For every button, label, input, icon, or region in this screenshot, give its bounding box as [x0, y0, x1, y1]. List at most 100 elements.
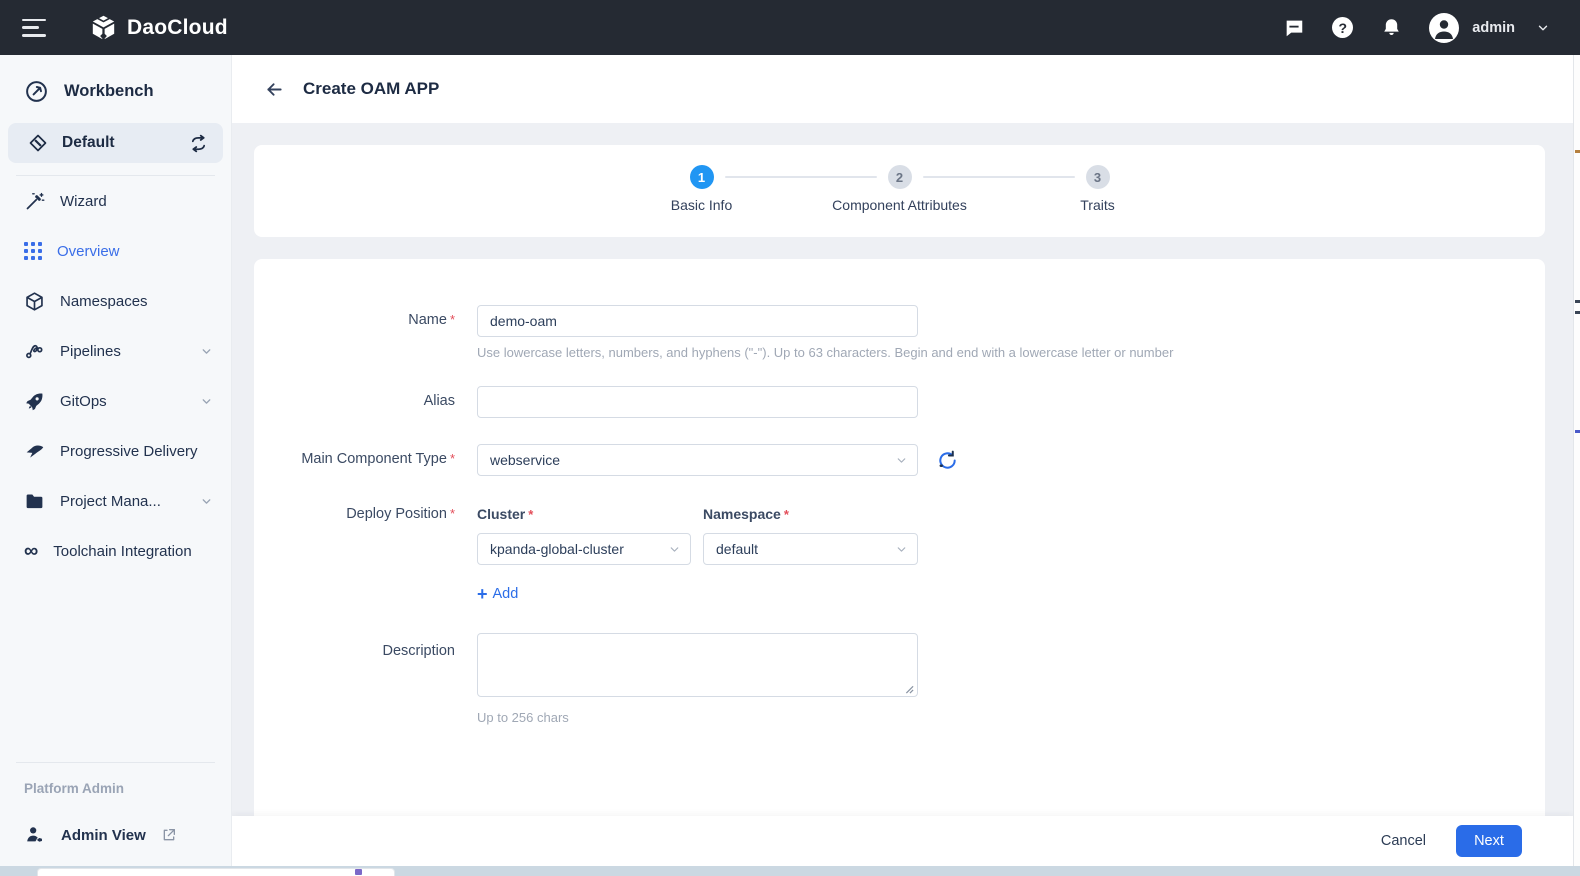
brand-name: DaoCloud [127, 15, 228, 39]
step-number: 1 [689, 165, 714, 189]
cube-icon [24, 291, 45, 312]
chevron-down-icon [200, 345, 213, 358]
scrollbar-mark [1575, 311, 1580, 314]
back-arrow-icon[interactable] [264, 79, 285, 100]
workspace-selector-default[interactable]: Default [8, 123, 223, 163]
step-number: 3 [1085, 165, 1110, 189]
step-label: Traits [1080, 197, 1115, 213]
stepper-card: 1 Basic Info 2 Component Attributes 3 Tr… [254, 145, 1545, 237]
description-textarea[interactable] [477, 633, 918, 697]
name-input[interactable] [477, 305, 918, 337]
basic-info-form-card: Name* Use lowercase letters, numbers, an… [254, 259, 1545, 831]
step-component-attributes: 2 Component Attributes [832, 165, 967, 213]
bottom-scroll-strip[interactable] [0, 866, 1580, 876]
step-basic-info: 1 Basic Info [671, 165, 732, 213]
chevron-down-icon [200, 395, 213, 408]
step-label: Component Attributes [832, 197, 967, 213]
wand-icon [24, 191, 45, 212]
form-row-alias: Alias [254, 386, 1545, 418]
cluster-select[interactable]: kpanda-global-cluster [477, 533, 691, 565]
sidebar-item-pipelines[interactable]: Pipelines [0, 326, 231, 376]
rocket-icon [24, 391, 45, 412]
cancel-button[interactable]: Cancel [1381, 833, 1426, 849]
workspace-name: Default [62, 134, 115, 151]
sidebar-item-namespaces[interactable]: Namespaces [0, 276, 231, 326]
main-component-type-select[interactable]: webservice [477, 444, 918, 476]
form-row-description: Description [254, 633, 1545, 702]
platform-admin-section-label: Platform Admin [24, 781, 125, 796]
description-label: Description [382, 643, 455, 659]
topbar: DaoCloud ? admin [0, 0, 1580, 55]
sidebar-item-progressive-delivery[interactable]: Progressive Delivery [0, 426, 231, 476]
namespace-label: Namespace * [703, 506, 789, 522]
step-connector [724, 176, 877, 178]
sidebar-item-wizard[interactable]: Wizard [0, 176, 231, 226]
sidebar-item-workbench[interactable]: Workbench [0, 71, 231, 111]
select-value: default [716, 541, 759, 557]
name-helper-text: Use lowercase letters, numbers, and hyph… [477, 345, 1174, 360]
page-header: Create OAM APP [232, 55, 1573, 123]
required-marker: * [449, 451, 455, 466]
main-component-type-label: Main Component Type * [301, 451, 455, 467]
sidebar-item-overview[interactable]: Overview [0, 226, 231, 276]
sidebar-item-project-management[interactable]: Project Mana... [0, 476, 231, 526]
namespace-select[interactable]: default [703, 533, 918, 565]
vertical-scrollbar[interactable] [1573, 55, 1580, 866]
add-deploy-position-button[interactable]: + Add [477, 585, 518, 603]
stepper: 1 Basic Info 2 Component Attributes 3 Tr… [671, 165, 1115, 213]
sidebar-item-toolchain-integration[interactable]: ∞ Toolchain Integration [0, 526, 231, 576]
sidebar-item-admin-view[interactable]: Admin View [0, 810, 231, 860]
required-marker: * [783, 507, 789, 522]
user-avatar[interactable] [1429, 12, 1460, 43]
deploy-position-label: Deploy Position * [346, 506, 455, 522]
namespace-field-group: Namespace * default [703, 506, 918, 565]
chevron-down-icon [895, 454, 908, 467]
workbench-icon [24, 79, 49, 104]
next-button[interactable]: Next [1456, 825, 1522, 857]
notifications-bell-icon[interactable] [1380, 17, 1402, 39]
admin-user-icon [24, 824, 46, 846]
refresh-component-types-icon[interactable] [936, 449, 959, 472]
brand-logo[interactable]: DaoCloud [90, 14, 228, 41]
daocloud-cube-icon [90, 14, 117, 41]
form-row-main-component-type: Main Component Type * webservice [254, 444, 1545, 476]
alias-field-label: Alias [423, 393, 455, 409]
plus-icon: + [477, 584, 488, 604]
scrollbar-mark [1575, 150, 1580, 153]
sidebar-item-gitops[interactable]: GitOps [0, 376, 231, 426]
required-marker: * [449, 506, 455, 521]
bottom-strip-glyph [355, 869, 362, 875]
step-label: Basic Info [670, 197, 733, 213]
cluster-label: Cluster * [477, 506, 534, 522]
menu-toggle-icon[interactable] [22, 18, 48, 37]
name-field-label: Name * [408, 312, 455, 328]
folder-icon [24, 491, 45, 512]
form-row-name: Name * [254, 305, 1545, 337]
bird-icon [24, 441, 45, 462]
external-link-icon [161, 827, 177, 843]
chevron-down-icon [668, 543, 681, 556]
chevron-down-icon [200, 495, 213, 508]
switch-workspace-icon[interactable] [188, 133, 209, 154]
step-connector [922, 176, 1075, 178]
cluster-field-group: Cluster * kpanda-global-cluster [477, 506, 691, 565]
add-label: Add [492, 586, 519, 602]
help-icon[interactable]: ? [1332, 17, 1354, 38]
sidebar: Workbench Default Wizard Overview Namesp… [0, 55, 232, 866]
sidebar-divider [16, 762, 215, 763]
alias-input[interactable] [477, 386, 918, 418]
required-marker: * [449, 312, 455, 327]
bottom-scroll-thumb[interactable] [37, 868, 395, 876]
username-label: admin [1472, 19, 1515, 36]
messages-icon[interactable] [1283, 17, 1305, 39]
description-helper-text: Up to 256 chars [477, 710, 569, 725]
chevron-down-icon [895, 543, 908, 556]
main-content: Create OAM APP 1 Basic Info 2 Component … [232, 55, 1573, 866]
workspace-icon [28, 133, 48, 153]
form-footer: Cancel Next [232, 816, 1573, 866]
step-number: 2 [887, 165, 912, 189]
user-menu-chevron-icon[interactable] [1536, 21, 1550, 35]
infinity-icon: ∞ [24, 540, 39, 562]
required-marker: * [528, 507, 534, 522]
form-row-deploy-position: Deploy Position * Cluster * kpanda-global-… [254, 506, 1545, 565]
